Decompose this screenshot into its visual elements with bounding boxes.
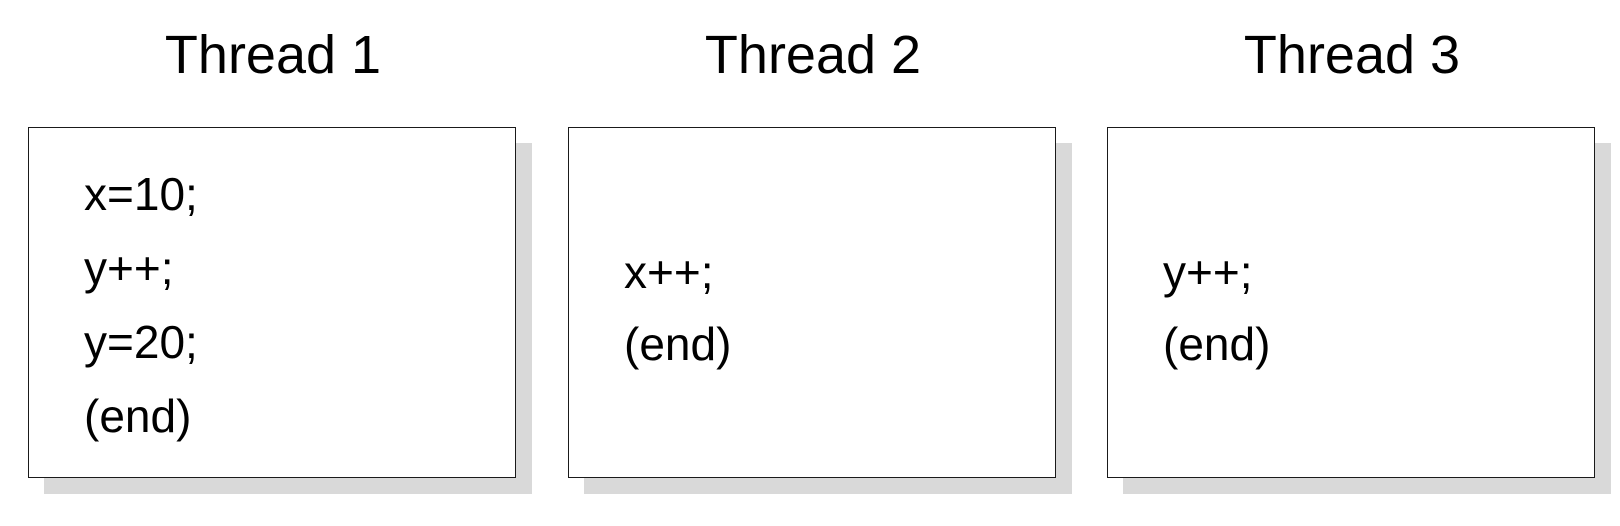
- thread-2-column: Thread 2 x++; (end): [568, 0, 1058, 526]
- thread-1-title: Thread 1: [164, 25, 382, 85]
- thread-3-column: Thread 3 y++; (end): [1107, 0, 1597, 526]
- thread-1-box: x=10; y++; y=20; (end): [28, 127, 516, 478]
- thread-2-line-1: x++;: [624, 246, 714, 298]
- thread-1-line-1: x=10;: [84, 168, 198, 220]
- thread-3-line-1: y++;: [1163, 246, 1253, 298]
- thread-1-line-3: y=20;: [84, 316, 198, 368]
- thread-2-line-2: (end): [624, 318, 732, 370]
- thread-3-line-2: (end): [1163, 318, 1271, 370]
- thread-1-line-4: (end): [84, 390, 192, 442]
- thread-2-title: Thread 2: [704, 25, 922, 85]
- thread-2-box: x++; (end): [568, 127, 1056, 478]
- thread-3-title: Thread 3: [1243, 25, 1461, 85]
- thread-3-box: y++; (end): [1107, 127, 1595, 478]
- thread-1-line-2: y++;: [84, 242, 174, 294]
- thread-1-column: Thread 1 x=10; y++; y=20; (end): [28, 0, 518, 526]
